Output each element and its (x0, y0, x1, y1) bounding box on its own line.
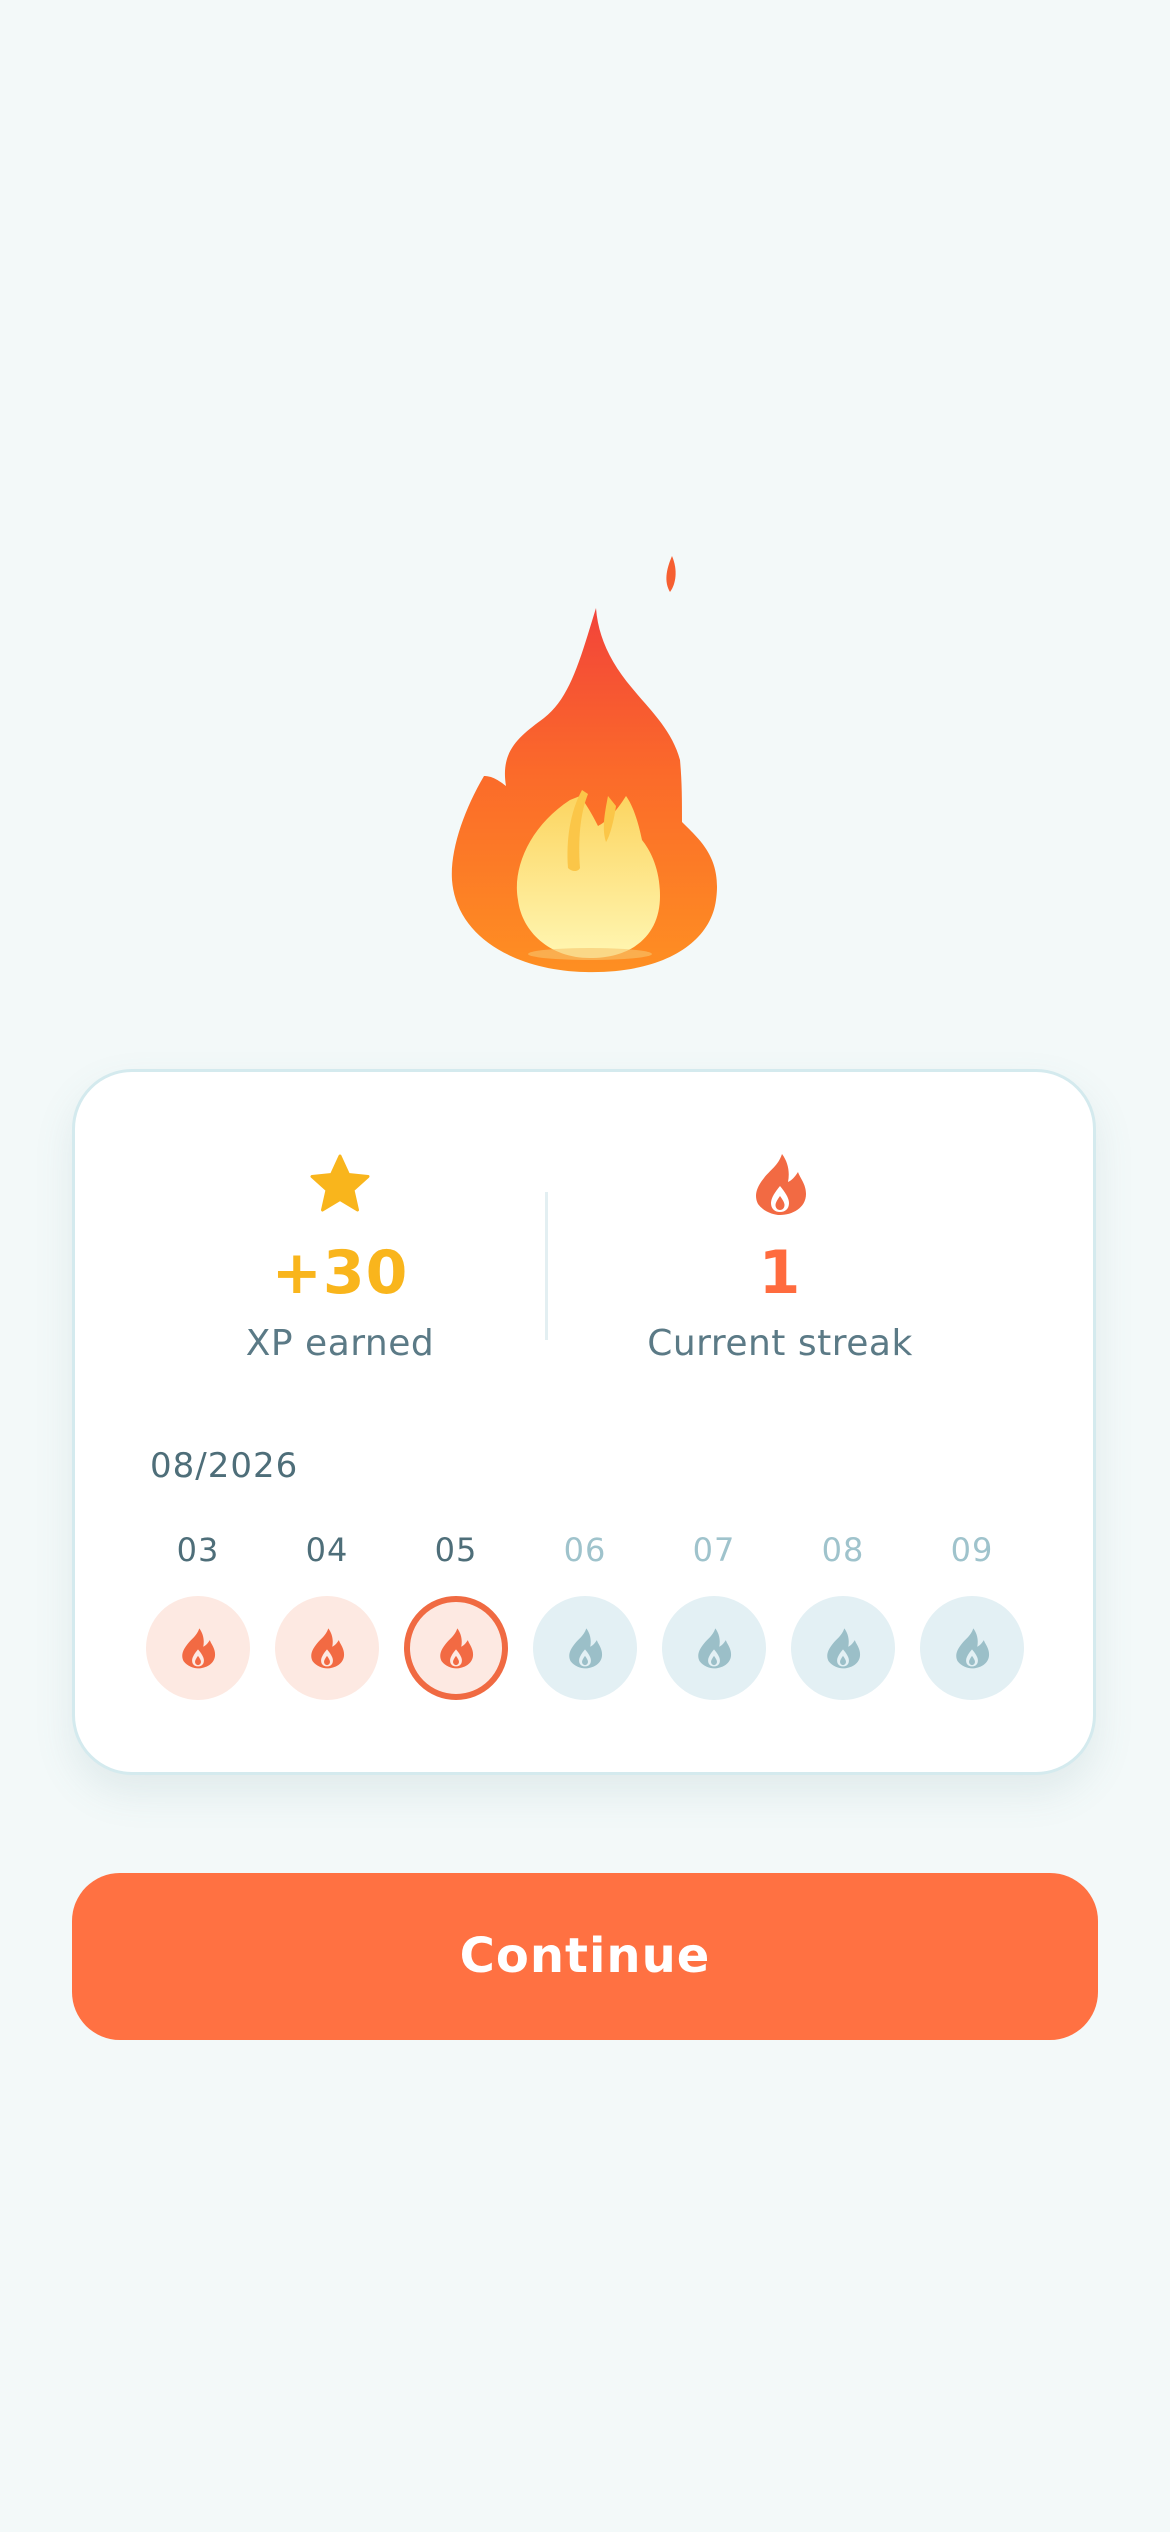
calendar-day-circle (662, 1596, 766, 1700)
xp-earned-label: XP earned (245, 1323, 435, 1364)
xp-earned-stat: +30 XP earned (130, 1152, 550, 1366)
week-calendar: 03 04 05 06 07 08 09 (146, 1530, 1050, 1700)
calendar-month: 08/2026 (150, 1446, 299, 1486)
flame-icon (311, 1628, 345, 1669)
calendar-day-circle (791, 1596, 895, 1700)
calendar-day-number: 05 (434, 1531, 478, 1569)
continue-button[interactable]: Continue (72, 1873, 1098, 2040)
calendar-day: 06 (533, 1530, 637, 1700)
current-streak-stat: 1 Current streak (570, 1152, 990, 1366)
star-icon (310, 1154, 370, 1212)
calendar-day-number: 08 (821, 1531, 865, 1569)
flame-icon (698, 1628, 732, 1669)
calendar-day: 03 (146, 1530, 250, 1700)
current-streak-value: 1 (758, 1238, 802, 1308)
fire-emoji-icon (451, 556, 718, 973)
flame-icon (956, 1628, 990, 1669)
xp-earned-value: +30 (271, 1238, 409, 1308)
calendar-day-circle (146, 1596, 250, 1700)
calendar-day-number: 09 (950, 1531, 994, 1569)
flame-icon (440, 1628, 474, 1669)
streak-summary-card: +30 XP earned 1 Current streak 08/2026 0… (72, 1069, 1096, 1775)
calendar-day: 04 (275, 1530, 379, 1700)
calendar-day-circle (920, 1596, 1024, 1700)
calendar-day-number: 06 (563, 1531, 607, 1569)
calendar-day-circle (275, 1596, 379, 1700)
calendar-day: 07 (662, 1530, 766, 1700)
flame-icon (756, 1154, 806, 1215)
calendar-day-circle (533, 1596, 637, 1700)
calendar-day-number: 04 (305, 1531, 349, 1569)
flame-icon (827, 1628, 861, 1669)
calendar-day-circle (404, 1596, 508, 1700)
current-streak-label: Current streak (647, 1323, 913, 1364)
calendar-day: 08 (791, 1530, 895, 1700)
stats-divider (545, 1192, 548, 1340)
calendar-day-today: 05 (404, 1530, 508, 1700)
calendar-day: 09 (920, 1530, 1024, 1700)
calendar-day-number: 07 (692, 1531, 736, 1569)
flame-icon (182, 1628, 216, 1669)
flame-icon (569, 1628, 603, 1669)
calendar-day-number: 03 (176, 1531, 220, 1569)
